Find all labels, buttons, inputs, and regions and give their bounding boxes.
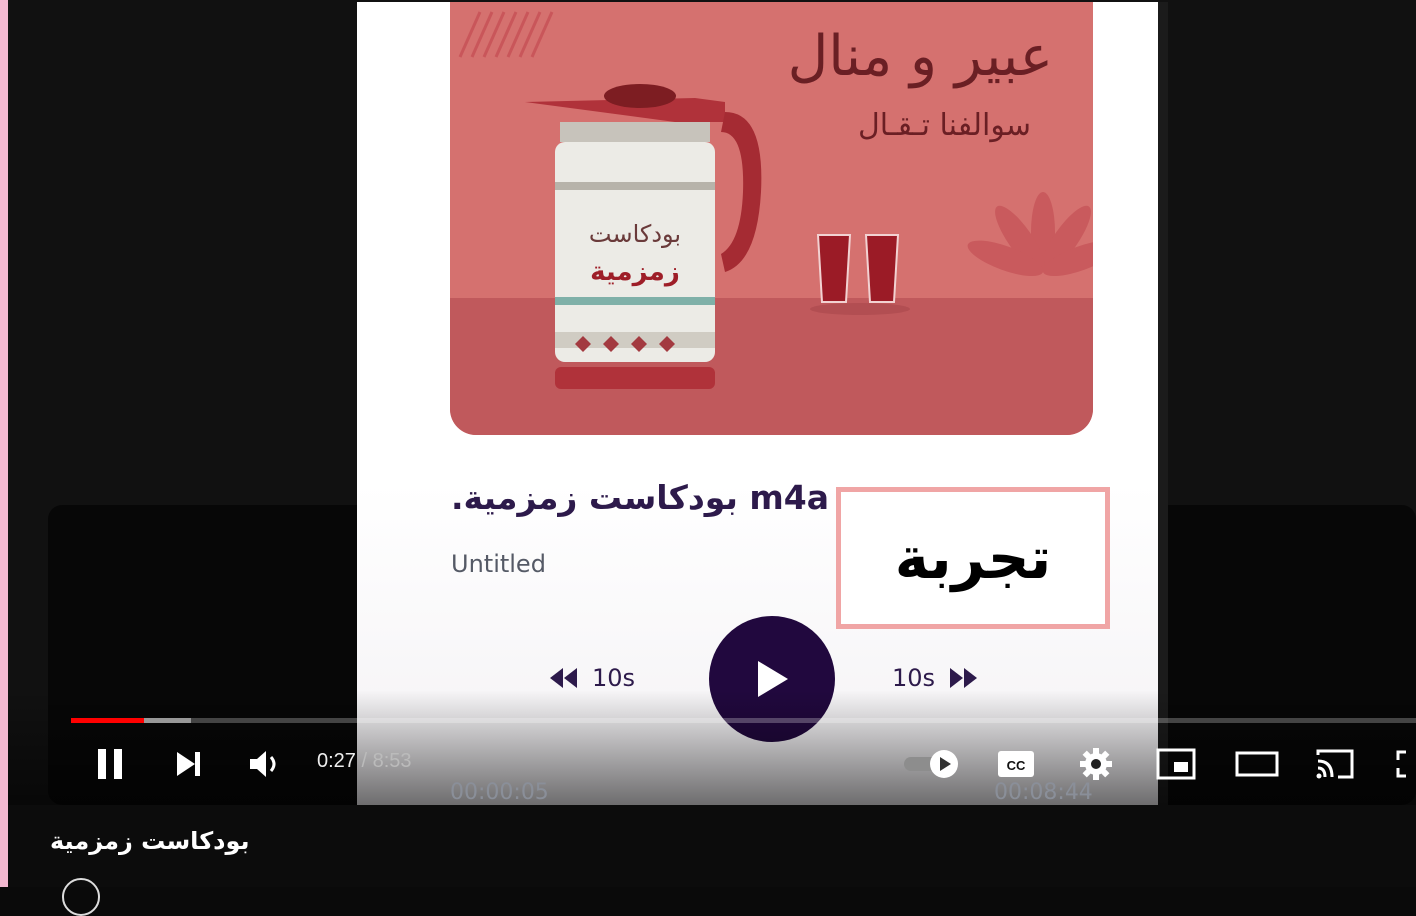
pause-button[interactable] — [88, 742, 132, 786]
cast-button[interactable] — [1312, 742, 1358, 786]
rewind-10s-button[interactable]: 10s — [548, 664, 635, 692]
track-title: .بودكاست زمزمية m4a — [451, 478, 830, 517]
cover-subtitle: سوالفنا تـقـال — [857, 108, 1031, 143]
forward-label: 10s — [892, 664, 936, 692]
next-button[interactable] — [166, 742, 210, 786]
captions-icon: CC — [998, 751, 1034, 777]
miniplayer-button[interactable] — [1154, 742, 1198, 786]
cover-title: عبير و منال — [787, 24, 1053, 89]
progress-played — [71, 718, 144, 723]
video-time-current: 0:27 — [317, 750, 356, 772]
volume-button[interactable] — [244, 742, 288, 786]
podcast-current-time: 00:00:05 — [450, 780, 549, 805]
rewind-label: 10s — [592, 664, 636, 692]
gear-icon — [1080, 748, 1112, 780]
theater-mode-icon — [1235, 751, 1279, 777]
captions-button[interactable]: CC — [994, 742, 1038, 786]
video-time-separator: / — [355, 750, 373, 772]
decor-flower — [967, 192, 1093, 277]
avatar[interactable] — [62, 878, 100, 916]
volume-icon — [250, 751, 276, 777]
decor-lines — [458, 11, 554, 58]
controls-gradient — [8, 690, 1416, 805]
video-progress-bar[interactable] — [71, 718, 1416, 723]
settings-button[interactable] — [1074, 742, 1118, 786]
video-time-total: 8:53 — [372, 750, 412, 772]
page-edge — [0, 0, 8, 887]
fullscreen-button[interactable] — [1394, 742, 1416, 786]
card-shadow — [1158, 2, 1168, 805]
track-subtitle: Untitled — [451, 550, 546, 578]
svg-text:CC: CC — [1007, 758, 1026, 773]
theater-mode-button[interactable] — [1234, 742, 1280, 786]
pot-label-2: زمزمية — [590, 257, 680, 287]
overlay-label-box: تجربة — [836, 487, 1110, 629]
fullscreen-icon — [1396, 750, 1406, 778]
pot-label-1: بودكاست — [589, 220, 681, 248]
video-title[interactable]: بودكاست زمزمية — [50, 827, 250, 855]
podcast-cover-art: عبير و منال سوالفنا تـقـال بودكاست زمزمي… — [450, 2, 1093, 435]
forward-10s-button[interactable]: 10s — [892, 664, 979, 692]
video-time-display: 0:27 / 8:53 — [317, 750, 412, 773]
tea-cups-illustration — [810, 234, 910, 315]
next-icon — [177, 752, 200, 776]
autoplay-toggle-icon — [904, 750, 958, 778]
thermos-pot-illustration: بودكاست زمزمية — [525, 84, 762, 389]
miniplayer-icon — [1156, 748, 1196, 780]
autoplay-toggle[interactable] — [900, 742, 964, 786]
cast-icon — [1316, 749, 1354, 779]
pause-icon — [98, 749, 122, 779]
overlay-label-text: تجربة — [894, 524, 1052, 592]
fast-forward-icon — [950, 668, 978, 688]
rewind-icon — [550, 668, 577, 688]
page-edge-bottom — [0, 805, 8, 887]
